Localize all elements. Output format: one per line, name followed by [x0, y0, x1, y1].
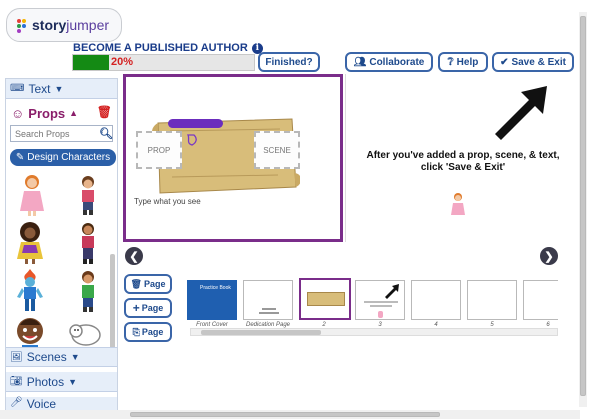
scene-placeholder-box[interactable]: SCENE: [254, 131, 300, 169]
collaborate-button[interactable]: 👥︎ Collaborate: [345, 52, 433, 72]
prop-girl-pink[interactable]: [14, 173, 50, 217]
users-icon: 👥︎: [353, 56, 367, 68]
page-text-placeholder[interactable]: Type what you see: [134, 197, 201, 206]
help-button[interactable]: ❔︎ Help: [438, 52, 488, 72]
text-icon: ⌨: [10, 83, 25, 94]
duplicate-page-button[interactable]: ⎘ Page: [124, 322, 172, 342]
delete-page-button[interactable]: 🗑︎ Page: [124, 274, 172, 294]
prop-boy-green[interactable]: [70, 269, 106, 313]
plus-icon: +: [132, 301, 140, 315]
thumbnails-scroll-thumb[interactable]: [201, 330, 321, 335]
window-vertical-scrollbar[interactable]: [579, 12, 587, 407]
prop-kid-flame[interactable]: [12, 269, 48, 313]
progress-bar: 20%: [72, 54, 255, 71]
photos-section-toggle[interactable]: 📷︎ Photos ▼: [6, 372, 117, 392]
storyjumper-logo[interactable]: storyjumper: [6, 8, 122, 42]
prop-smiling-face[interactable]: [12, 315, 48, 351]
pencil-icon: ✎: [15, 152, 25, 163]
thumb-page-6[interactable]: [523, 280, 558, 320]
thumb-page-3[interactable]: [355, 280, 405, 320]
search-icon[interactable]: 🔍︎: [99, 125, 113, 141]
add-page-button[interactable]: + Page: [124, 298, 172, 318]
caret-down-icon: ▼: [68, 376, 77, 387]
microphone-icon: 🎤︎: [10, 397, 23, 408]
arrow-pointer-icon: [495, 86, 547, 140]
prop-girl-curly[interactable]: [12, 221, 48, 265]
logo-text: storyjumper: [32, 17, 110, 33]
prop-placeholder-box[interactable]: PROP: [136, 131, 182, 169]
trash-icon[interactable]: 🗑︎: [97, 105, 112, 119]
camera-icon: 📷︎: [10, 376, 23, 387]
finished-button[interactable]: Finished?: [258, 52, 320, 72]
trash-icon: 🗑︎: [130, 278, 142, 289]
smile-icon: ☺: [11, 105, 25, 121]
props-scrollbar[interactable]: [110, 254, 115, 349]
caret-down-icon: ▼: [54, 83, 64, 94]
progress-percent: 20%: [111, 56, 134, 68]
thumb-dedication-page[interactable]: [243, 280, 293, 320]
left-sidebar: ⌨ Text ▼ ☺ Props ▲ 🗑︎ 🔍︎ ✎ Design Charac…: [5, 78, 118, 411]
cover-title-text: Practice Book: [200, 285, 231, 291]
next-page-button[interactable]: ❯: [540, 247, 558, 265]
thumb-page-5[interactable]: [467, 280, 517, 320]
design-characters-button[interactable]: ✎ Design Characters: [10, 149, 116, 166]
progress-fill: [73, 55, 110, 70]
caret-down-icon: ▼: [70, 352, 80, 362]
voice-section-toggle[interactable]: 🎤︎ Voice: [6, 397, 117, 411]
copy-icon: ⎘: [132, 326, 140, 337]
check-circle-icon: ✔: [500, 56, 509, 68]
save-exit-button[interactable]: ✔ Save & Exit: [492, 52, 574, 72]
props-section-toggle[interactable]: ☺ Props ▲ 🗑︎: [6, 103, 117, 123]
thumb-page-2[interactable]: [299, 278, 351, 320]
text-section-toggle[interactable]: ⌨ Text ▼: [6, 79, 117, 99]
question-icon: ❔︎: [447, 56, 454, 68]
window-horizontal-scrollbar[interactable]: [0, 410, 580, 419]
caret-up-icon: ▲: [69, 108, 79, 118]
prop-boy-small[interactable]: [70, 173, 106, 217]
vertical-scroll-thumb[interactable]: [580, 16, 586, 396]
scenes-section-toggle[interactable]: 🖼︎ Scenes ▼: [6, 347, 117, 367]
thumb-page-4[interactable]: [411, 280, 461, 320]
logo-dots-icon: [17, 19, 29, 33]
props-grid: [8, 171, 115, 351]
storyjumper-editor: storyjumper BECOME A PUBLISHED AUTHOR i …: [0, 0, 589, 419]
search-props-input[interactable]: [10, 125, 113, 142]
horizontal-scroll-thumb[interactable]: [130, 412, 440, 417]
prop-sheep-outline[interactable]: [66, 315, 102, 351]
thumbnails-scrollbar[interactable]: [190, 328, 558, 336]
arrow-icon: [385, 284, 399, 299]
page-spread: PROP SCENE Type what you see After you'v…: [123, 74, 577, 242]
page-right-canvas[interactable]: After you've added a prop, scene, & text…: [345, 74, 577, 242]
instruction-hint: After you've added a prop, scene, & text…: [366, 150, 560, 173]
previous-page-button[interactable]: ❮: [125, 247, 143, 265]
image-icon: 🖼︎: [10, 351, 23, 363]
thumb-front-cover[interactable]: Practice Book: [187, 280, 237, 320]
page-prop-girl[interactable]: [450, 192, 466, 220]
become-author-label: BECOME A PUBLISHED AUTHOR i: [73, 42, 263, 54]
page-left-canvas[interactable]: PROP SCENE Type what you see: [123, 74, 343, 242]
prop-woman-standing[interactable]: [70, 221, 106, 265]
